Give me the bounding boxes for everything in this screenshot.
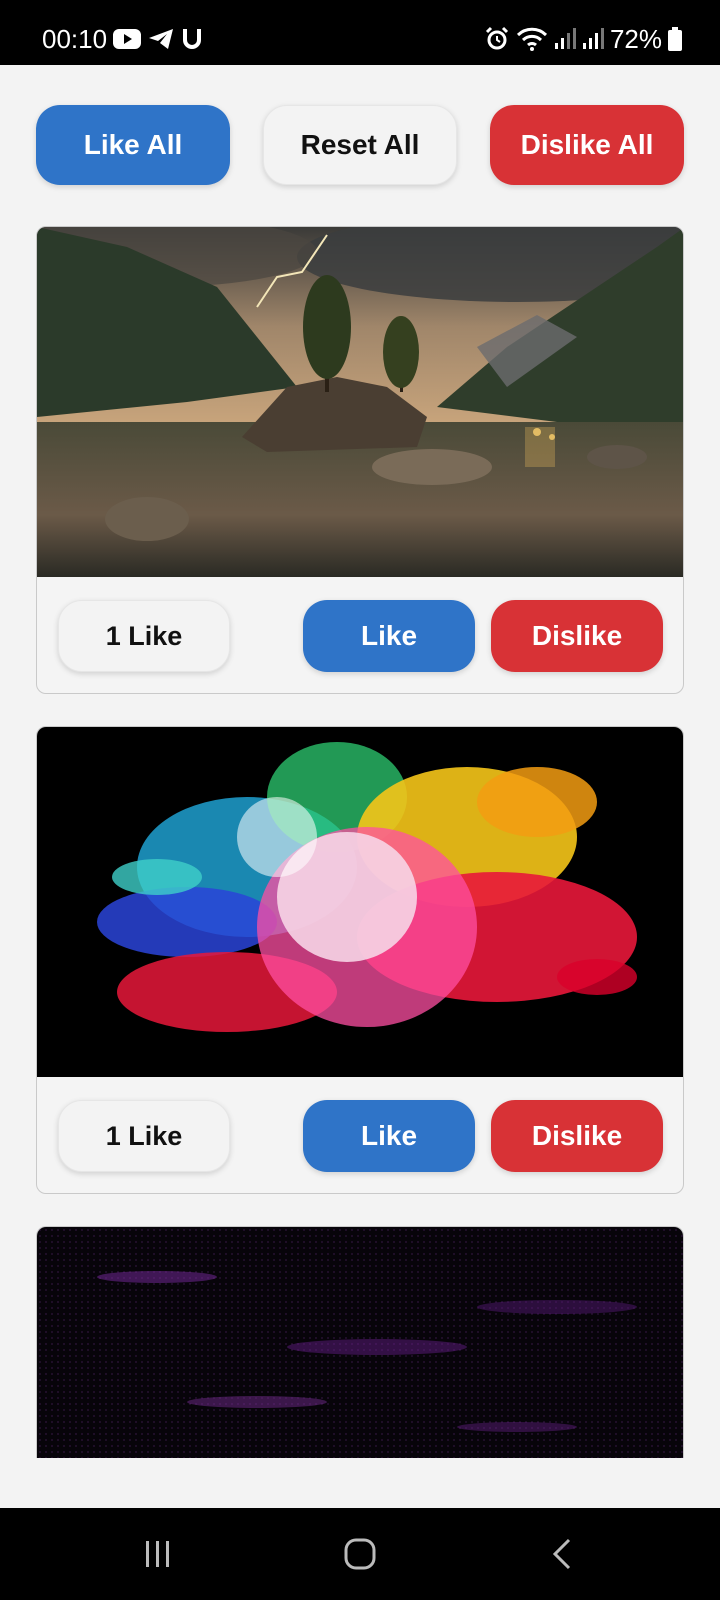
dark-purple-particles-image [37, 1227, 683, 1458]
dislike-button[interactable]: Dislike [491, 1100, 663, 1172]
like-count: 1 Like [58, 1100, 230, 1172]
like-all-button[interactable]: Like All [36, 105, 230, 185]
battery-percentage: 72% [609, 24, 662, 54]
color-powder-explosion-image [37, 727, 683, 1077]
back-icon [552, 1538, 571, 1570]
like-button[interactable]: Like [303, 600, 475, 672]
recent-apps-icon [146, 1541, 169, 1567]
system-status-icons: 72% [484, 24, 682, 54]
top-actions: Like All Reset All Dislike All [36, 105, 684, 185]
battery-icon [668, 27, 682, 51]
status-time: 00:10 [42, 24, 108, 54]
youtube-icon [113, 29, 141, 49]
like-count: 1 Like [58, 600, 230, 672]
wifi-icon [516, 27, 548, 51]
home-icon [344, 1538, 376, 1570]
u-app-icon [183, 29, 201, 49]
lake-landscape-lightning-image [37, 227, 683, 577]
dislike-all-button[interactable]: Dislike All [490, 105, 684, 185]
reset-all-button[interactable]: Reset All [263, 105, 457, 185]
navigation-bar [0, 1508, 720, 1600]
telegram-icon [149, 29, 173, 49]
signal-icon [582, 28, 604, 49]
status-bar: 00:10 72% [0, 0, 720, 65]
image-card [36, 1226, 684, 1458]
dislike-button[interactable]: Dislike [491, 600, 663, 672]
recent-apps-button[interactable] [108, 1508, 208, 1600]
notification-icons [113, 26, 203, 52]
image-card: 1 Like Like Dislike [36, 726, 684, 1194]
like-button[interactable]: Like [303, 1100, 475, 1172]
home-button[interactable] [310, 1508, 410, 1600]
back-button[interactable] [512, 1508, 612, 1600]
signal-icon [554, 28, 576, 49]
alarm-icon [485, 26, 509, 50]
image-card: 1 Like Like Dislike [36, 226, 684, 694]
